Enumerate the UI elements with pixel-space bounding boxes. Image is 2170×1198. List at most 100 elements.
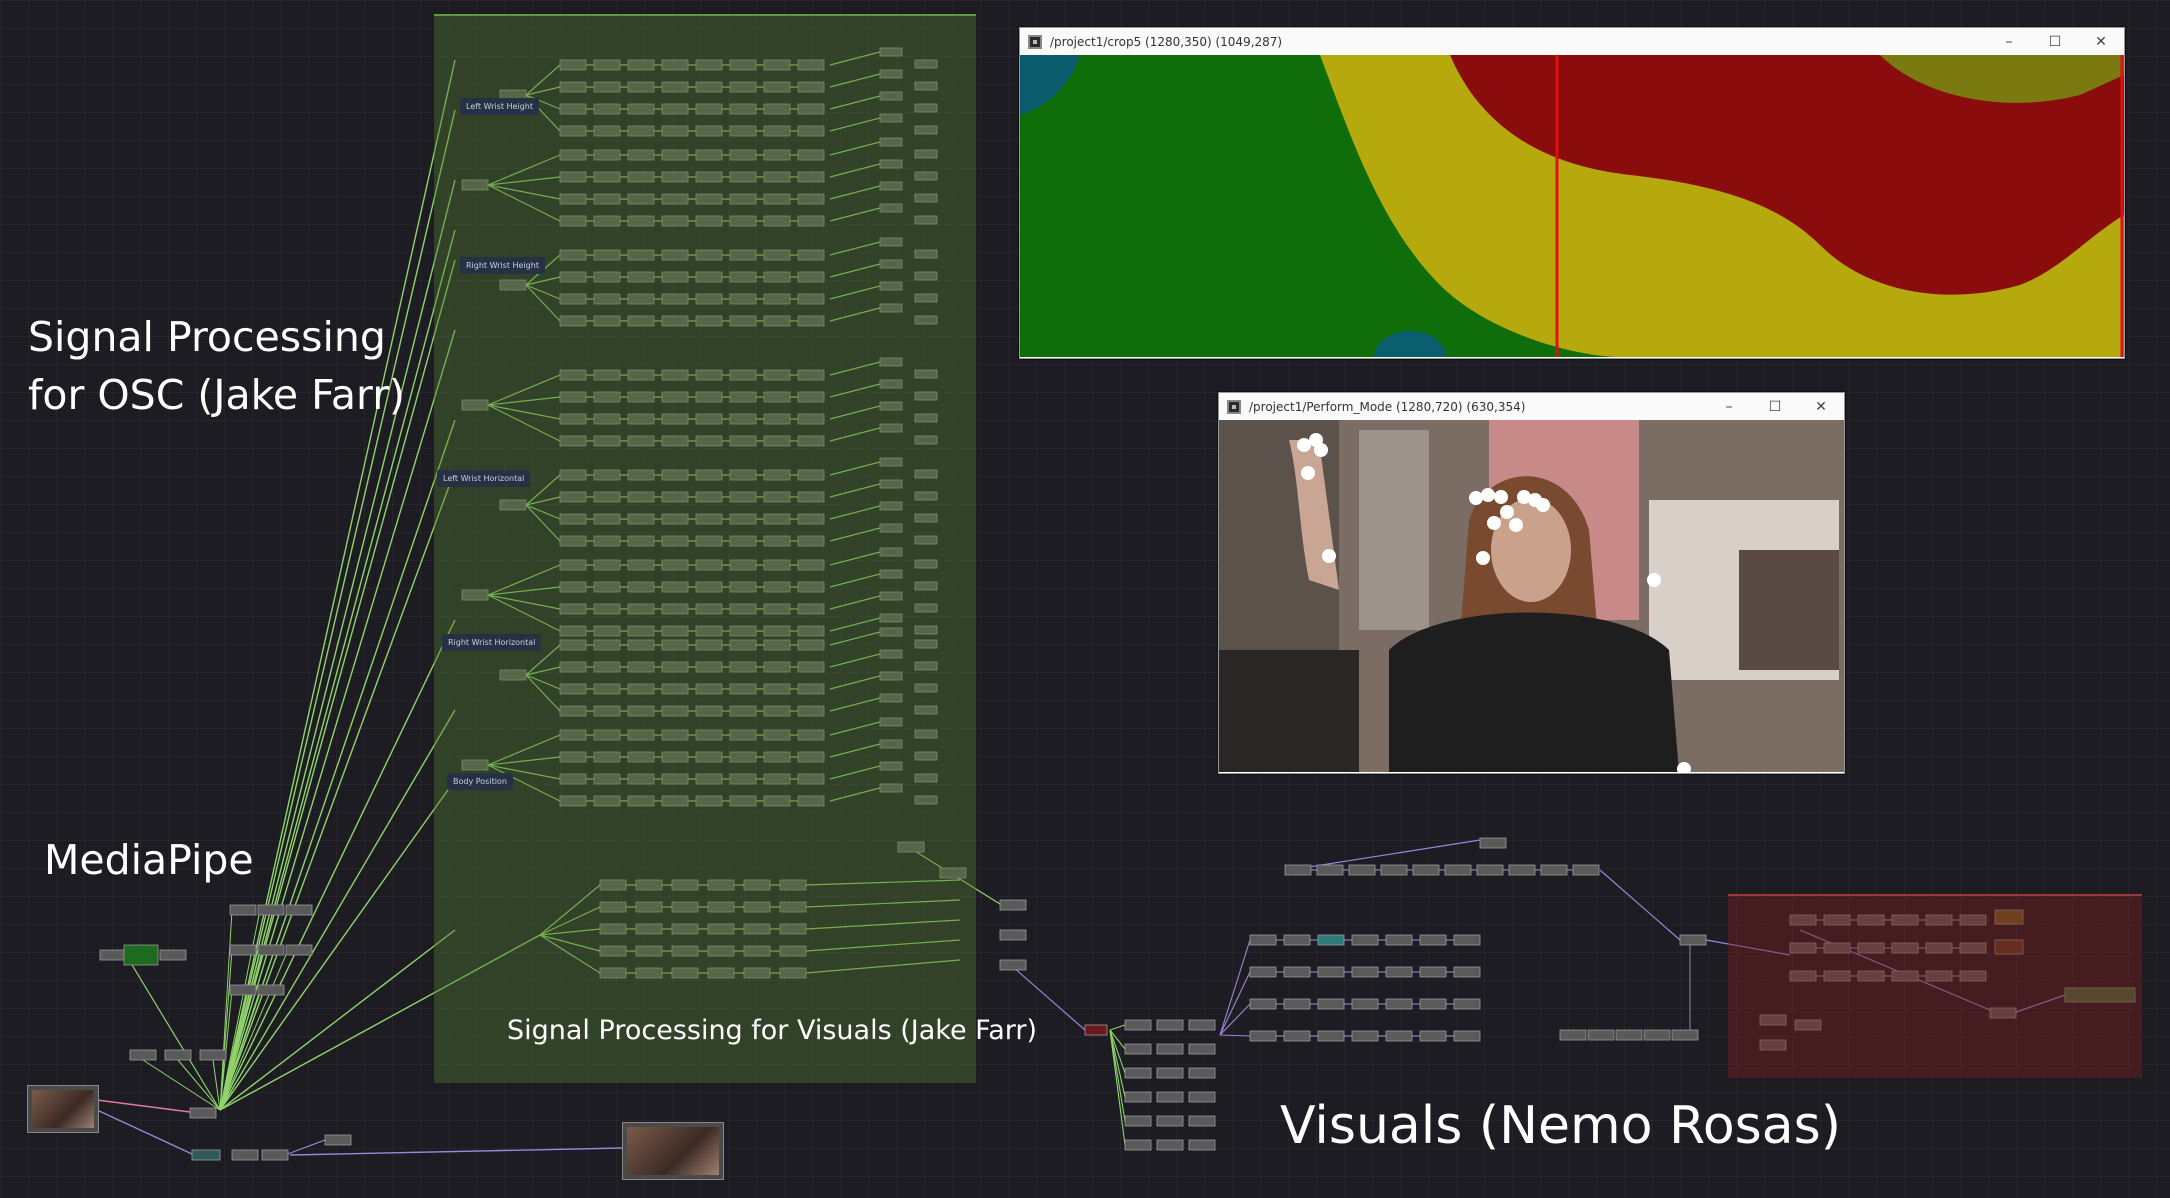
operator-node[interactable] <box>1249 966 1277 978</box>
operator-node[interactable] <box>285 904 313 916</box>
operator-node[interactable] <box>1453 998 1481 1010</box>
operator-node[interactable] <box>1559 1029 1587 1041</box>
operator-node[interactable] <box>1283 934 1311 946</box>
operator-node[interactable] <box>1156 1019 1184 1031</box>
note-body-position[interactable]: Body Position <box>447 773 513 790</box>
operator-node[interactable] <box>324 1134 352 1146</box>
operator-node[interactable] <box>1188 1067 1216 1079</box>
operator-node[interactable] <box>1671 1029 1699 1041</box>
perform-mode-window[interactable]: /project1/Perform_Mode (1280,720) (630,3… <box>1218 392 1845 774</box>
operator-node[interactable] <box>1348 864 1376 876</box>
operator-node[interactable] <box>1419 998 1447 1010</box>
note-right-wrist-horizontal[interactable]: Right Wrist Horizontal <box>442 634 542 651</box>
operator-node[interactable] <box>1419 934 1447 946</box>
maximize-button[interactable]: ☐ <box>1752 399 1798 415</box>
operator-node[interactable] <box>1188 1115 1216 1127</box>
operator-node[interactable] <box>1156 1067 1184 1079</box>
operator-node[interactable] <box>1479 837 1507 849</box>
operator-node[interactable] <box>1156 1043 1184 1055</box>
operator-node[interactable] <box>1643 1029 1671 1041</box>
operator-node[interactable] <box>1572 864 1600 876</box>
operator-node[interactable] <box>191 1149 221 1161</box>
operator-node[interactable] <box>1419 1030 1447 1042</box>
operator-node[interactable] <box>1124 1091 1152 1103</box>
window-titlebar[interactable]: /project1/crop5 (1280,350) (1049,287) – … <box>1020 28 2124 55</box>
operator-node[interactable] <box>1385 934 1413 946</box>
operator-node[interactable] <box>1316 864 1344 876</box>
operator-node[interactable] <box>1453 934 1481 946</box>
operator-node[interactable] <box>229 944 257 956</box>
operator-node[interactable] <box>1249 934 1277 946</box>
operator-node[interactable] <box>164 1049 192 1061</box>
operator-node[interactable] <box>1412 864 1440 876</box>
operator-node[interactable] <box>1615 1029 1643 1041</box>
operator-node[interactable] <box>1317 934 1345 946</box>
webcam-input-node[interactable] <box>27 1085 99 1133</box>
note-left-wrist-height[interactable]: Left Wrist Height <box>460 98 539 115</box>
operator-node[interactable] <box>1284 864 1312 876</box>
operator-node[interactable] <box>1453 966 1481 978</box>
operator-node[interactable] <box>1188 1139 1216 1151</box>
operator-node[interactable] <box>1124 1019 1152 1031</box>
operator-node[interactable] <box>1156 1139 1184 1151</box>
operator-node[interactable] <box>1188 1019 1216 1031</box>
operator-node[interactable] <box>257 904 285 916</box>
operator-node[interactable] <box>285 944 313 956</box>
operator-node[interactable] <box>1587 1029 1615 1041</box>
operator-node[interactable] <box>1444 864 1472 876</box>
operator-node[interactable] <box>199 1049 227 1061</box>
close-button[interactable]: ✕ <box>1798 399 1844 415</box>
minimize-button[interactable]: – <box>1986 34 2032 50</box>
operator-node[interactable] <box>257 984 285 996</box>
operator-node[interactable] <box>1317 966 1345 978</box>
perform-output-node[interactable] <box>622 1122 724 1180</box>
operator-node[interactable] <box>1453 1030 1481 1042</box>
note-right-wrist-height[interactable]: Right Wrist Height <box>460 257 545 274</box>
operator-node[interactable] <box>1419 966 1447 978</box>
operator-node[interactable] <box>1317 998 1345 1010</box>
minimize-button[interactable]: – <box>1706 399 1752 415</box>
operator-node[interactable] <box>1351 1030 1379 1042</box>
note-left-wrist-horizontal[interactable]: Left Wrist Horizontal <box>437 470 531 487</box>
operator-node[interactable] <box>1156 1091 1184 1103</box>
window-titlebar[interactable]: /project1/Perform_Mode (1280,720) (630,3… <box>1219 393 1844 420</box>
operator-node[interactable] <box>1679 934 1707 946</box>
operator-node[interactable] <box>1249 998 1277 1010</box>
operator-node[interactable] <box>261 1149 289 1161</box>
operator-node[interactable] <box>1156 1115 1184 1127</box>
operator-node[interactable] <box>1283 1030 1311 1042</box>
operator-node[interactable] <box>189 1107 217 1119</box>
operator-node[interactable] <box>999 899 1027 911</box>
operator-node[interactable] <box>1351 998 1379 1010</box>
operator-node[interactable] <box>129 1049 157 1061</box>
close-button[interactable]: ✕ <box>2078 34 2124 50</box>
operator-node[interactable] <box>1283 998 1311 1010</box>
operator-node[interactable] <box>1351 934 1379 946</box>
operator-node[interactable] <box>231 1149 259 1161</box>
operator-node[interactable] <box>229 984 257 996</box>
operator-node[interactable] <box>999 929 1027 941</box>
operator-node[interactable] <box>1540 864 1568 876</box>
operator-node[interactable] <box>1084 1024 1108 1036</box>
osc-signal-processing-region[interactable] <box>434 14 976 1083</box>
operator-node[interactable] <box>159 949 187 961</box>
operator-node[interactable] <box>1124 1139 1152 1151</box>
operator-node[interactable] <box>1317 1030 1345 1042</box>
operator-node[interactable] <box>1385 1030 1413 1042</box>
operator-node[interactable] <box>1385 998 1413 1010</box>
operator-node[interactable] <box>1351 966 1379 978</box>
operator-node[interactable] <box>999 959 1027 971</box>
operator-node[interactable] <box>1476 864 1504 876</box>
operator-node[interactable] <box>1249 1030 1277 1042</box>
maximize-button[interactable]: ☐ <box>2032 34 2078 50</box>
operator-node[interactable] <box>1124 1067 1152 1079</box>
operator-node[interactable] <box>1380 864 1408 876</box>
operator-node[interactable] <box>99 949 127 961</box>
operator-node[interactable] <box>123 944 159 966</box>
operator-node[interactable] <box>1283 966 1311 978</box>
operator-node[interactable] <box>1188 1091 1216 1103</box>
operator-node[interactable] <box>1124 1115 1152 1127</box>
operator-node[interactable] <box>1188 1043 1216 1055</box>
operator-node[interactable] <box>1508 864 1536 876</box>
visuals-output-region[interactable] <box>1728 894 2142 1078</box>
